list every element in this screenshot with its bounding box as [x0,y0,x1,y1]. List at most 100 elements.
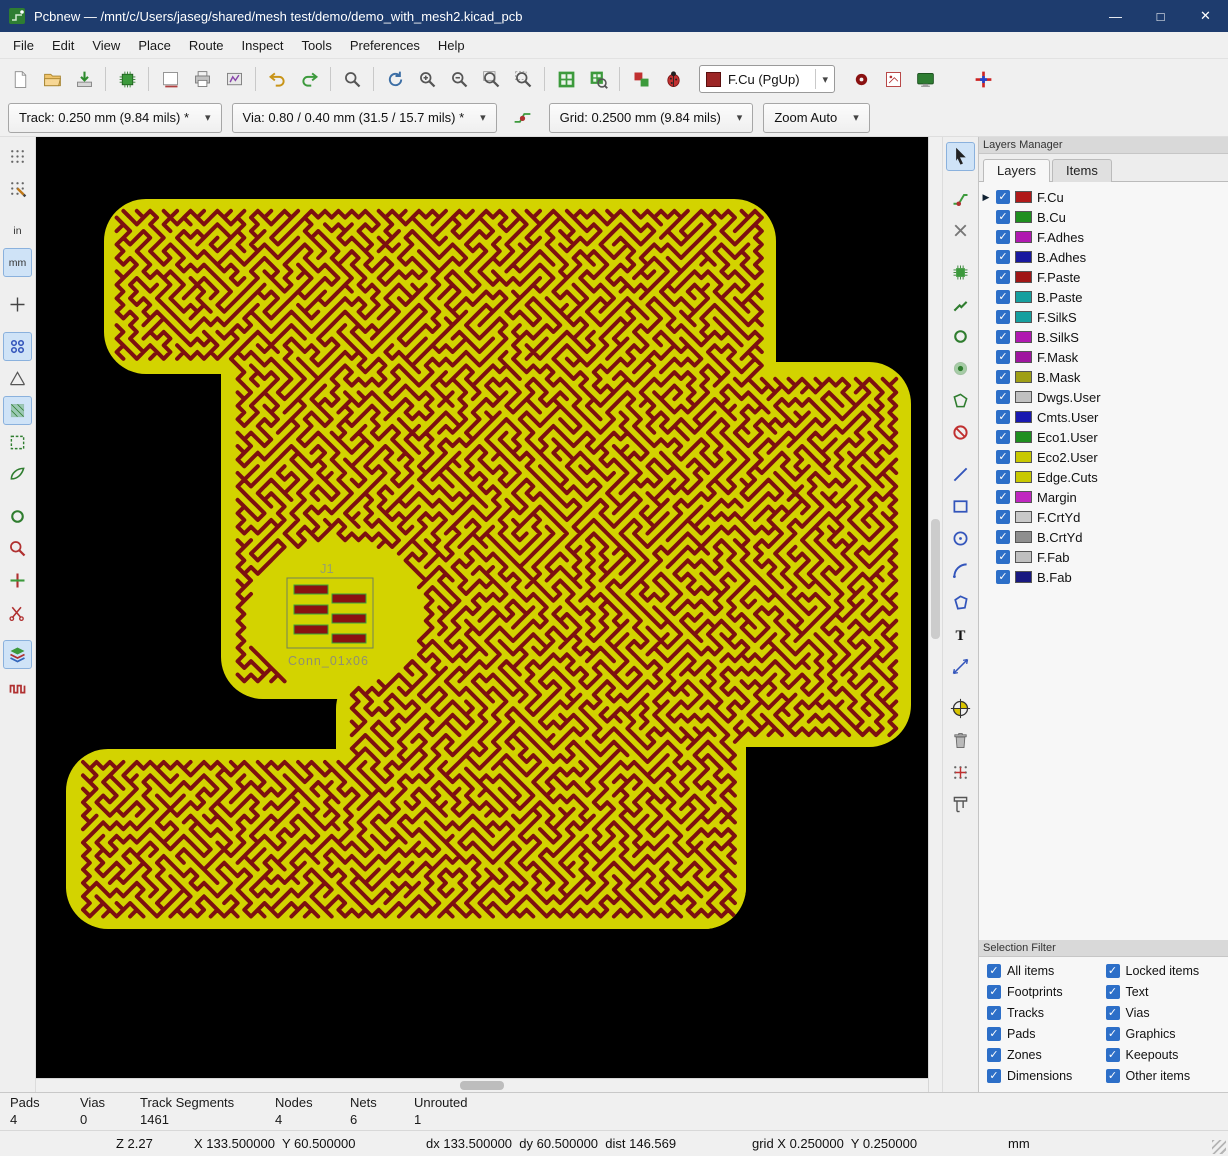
layer-visibility-checkbox[interactable]: ✓ [996,330,1010,344]
menu-route[interactable]: Route [180,34,233,57]
filter-checkbox[interactable]: ✓ [1106,1048,1120,1062]
add-filled-zone-button[interactable] [946,354,975,383]
filter-zones[interactable]: ✓Zones [987,1048,1106,1062]
layer-color-swatch[interactable] [1015,571,1032,583]
zones-outline-button[interactable] [3,428,32,457]
layer-visibility-checkbox[interactable]: ✓ [996,250,1010,264]
layer-visibility-checkbox[interactable]: ✓ [996,490,1010,504]
vertical-scrollbar[interactable] [928,137,942,1092]
add-line-button[interactable] [946,460,975,489]
tab-layers[interactable]: Layers [983,159,1050,182]
zoom-select[interactable]: Zoom Auto ▾ [763,103,869,133]
grid-origin-button[interactable] [946,758,975,787]
layer-visibility-checkbox[interactable]: ✓ [996,190,1010,204]
layer-row-f-mask[interactable]: ✓F.Mask [979,347,1228,367]
layer-color-swatch[interactable] [1015,391,1032,403]
layer-row-b-paste[interactable]: ✓B.Paste [979,287,1228,307]
maximize-button[interactable]: □ [1138,0,1183,32]
filter-tracks[interactable]: ✓Tracks [987,1006,1106,1020]
layer-visibility-checkbox[interactable]: ✓ [996,510,1010,524]
pads-sketch-button[interactable] [3,332,32,361]
layer-row-f-crtyd[interactable]: ✓F.CrtYd [979,507,1228,527]
layer-row-f-fab[interactable]: ✓F.Fab [979,547,1228,567]
ratsnest-button[interactable] [3,364,32,393]
layer-color-swatch[interactable] [1015,551,1032,563]
measure-tool-button[interactable] [946,790,975,819]
layer-color-swatch[interactable] [1015,251,1032,263]
tracks-sketch-button[interactable] [3,534,32,563]
layer-visibility-checkbox[interactable]: ✓ [996,430,1010,444]
menu-file[interactable]: File [4,34,43,57]
filter-keepouts[interactable]: ✓Keepouts [1106,1048,1225,1062]
layer-color-swatch[interactable] [1015,371,1032,383]
filter-checkbox[interactable]: ✓ [1106,1027,1120,1041]
print-button[interactable] [187,64,217,94]
layer-color-swatch[interactable] [1015,431,1032,443]
menu-inspect[interactable]: Inspect [233,34,293,57]
zones-nofill-button[interactable] [3,460,32,489]
layer-row-edge-cuts[interactable]: ✓Edge.Cuts [979,467,1228,487]
layer-visibility-checkbox[interactable]: ✓ [996,550,1010,564]
footprint-wizard-button[interactable] [878,64,908,94]
filter-checkbox[interactable]: ✓ [1106,1069,1120,1083]
add-circle-button[interactable] [946,524,975,553]
layer-color-swatch[interactable] [1015,351,1032,363]
layer-row-b-adhes[interactable]: ✓B.Adhes [979,247,1228,267]
horizontal-scroll-thumb[interactable] [460,1081,504,1090]
layer-color-swatch[interactable] [1015,511,1032,523]
layer-color-swatch[interactable] [1015,491,1032,503]
highlight-net-button[interactable] [946,216,975,245]
menu-edit[interactable]: Edit [43,34,83,57]
layer-row-f-cu[interactable]: ▶✓F.Cu [979,187,1228,207]
layer-color-swatch[interactable] [1015,271,1032,283]
filter-dimensions[interactable]: ✓Dimensions [987,1069,1106,1083]
open-board-button[interactable] [37,64,67,94]
horizontal-scrollbar[interactable] [36,1078,928,1092]
layers-manager-button[interactable] [3,640,32,669]
add-footprint-button[interactable] [946,258,975,287]
via-tool-button[interactable] [846,64,876,94]
add-text-button[interactable]: T [946,620,975,649]
save-board-button[interactable] [69,64,99,94]
units-mm-button[interactable]: mm [3,248,32,277]
layer-visibility-checkbox[interactable]: ✓ [996,270,1010,284]
add-dimension-button[interactable] [946,652,975,681]
layer-row-b-silks[interactable]: ✓B.SilkS [979,327,1228,347]
grid-properties-button[interactable] [3,174,32,203]
filter-checkbox[interactable]: ✓ [1106,1006,1120,1020]
layer-color-swatch[interactable] [1015,411,1032,423]
vias-sketch-button[interactable] [3,502,32,531]
layer-row-margin[interactable]: ✓Margin [979,487,1228,507]
layer-visibility-checkbox[interactable]: ✓ [996,290,1010,304]
delete-tool-button[interactable] [946,726,975,755]
layer-color-swatch[interactable] [1015,331,1032,343]
layer-row-f-paste[interactable]: ✓F.Paste [979,267,1228,287]
board-setup-button[interactable] [112,64,142,94]
menu-view[interactable]: View [83,34,129,57]
filter-checkbox[interactable]: ✓ [987,985,1001,999]
menu-tools[interactable]: Tools [292,34,340,57]
redo-button[interactable] [294,64,324,94]
filter-checkbox[interactable]: ✓ [987,1006,1001,1020]
menu-help[interactable]: Help [429,34,474,57]
close-button[interactable]: ✕ [1183,0,1228,32]
layer-visibility-checkbox[interactable]: ✓ [996,230,1010,244]
filter-checkbox[interactable]: ✓ [987,1069,1001,1083]
tab-items[interactable]: Items [1052,159,1112,182]
filter-pads[interactable]: ✓Pads [987,1027,1106,1041]
layer-selector[interactable]: F.Cu (PgUp)▾ [699,65,835,93]
filter-footprints[interactable]: ✓Footprints [987,985,1106,999]
filter-checkbox[interactable]: ✓ [1106,985,1120,999]
layer-row-b-mask[interactable]: ✓B.Mask [979,367,1228,387]
add-zone-cutout-button[interactable] [946,386,975,415]
layer-row-dwgs-user[interactable]: ✓Dwgs.User [979,387,1228,407]
filter-checkbox[interactable]: ✓ [987,1027,1001,1041]
filter-graphics[interactable]: ✓Graphics [1106,1027,1225,1041]
microwave-tools-button[interactable] [3,672,32,701]
high-contrast-button[interactable] [3,566,32,595]
filter-checkbox[interactable]: ✓ [987,964,1001,978]
drill-origin-button[interactable] [946,694,975,723]
via-size-select[interactable]: Via: 0.80 / 0.40 mm (31.5 / 15.7 mils) *… [232,103,497,133]
filter-checkbox[interactable]: ✓ [1106,964,1120,978]
footprint-editor-button[interactable] [551,64,581,94]
